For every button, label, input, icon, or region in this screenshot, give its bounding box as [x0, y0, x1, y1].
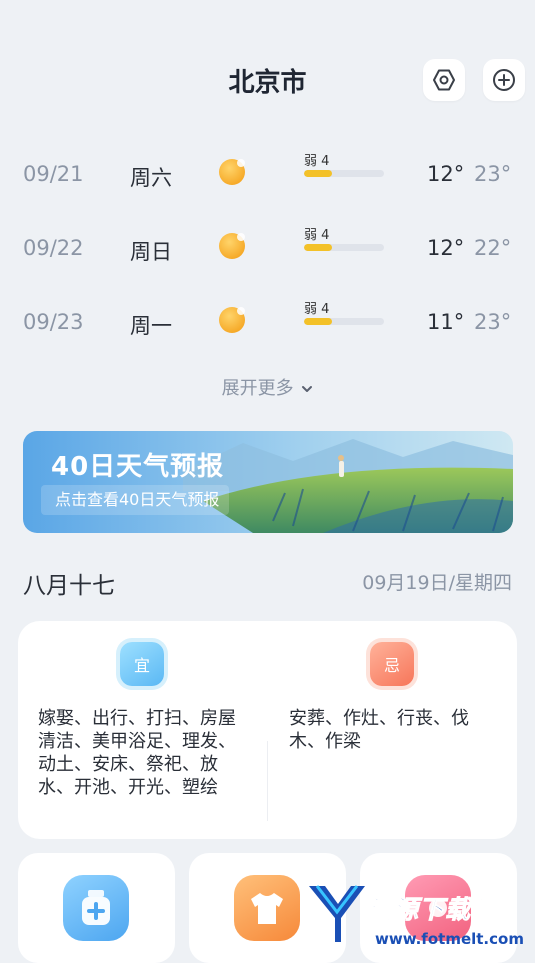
add-icon: [493, 69, 515, 91]
forecast-weekday: 周六: [130, 166, 172, 190]
watermark-logo: [309, 885, 365, 942]
watermark-url: www.fotmelt.com: [375, 930, 524, 948]
bad-tag: 忌: [370, 642, 414, 686]
low-temp: 12°: [427, 236, 465, 260]
expand-more-label: 展开更多: [221, 378, 294, 399]
medicine-bottle-icon: [63, 875, 129, 941]
forecast-row[interactable]: 09/21 周六 弱 4 12° 23°: [0, 150, 535, 200]
bad-activities: 安葬、作灶、行丧、伐木、作梁: [289, 708, 469, 752]
forecast-date: 09/23: [23, 310, 84, 334]
aqi-bar: [304, 244, 384, 251]
watermark-text: 清源下载站: [366, 895, 498, 925]
aqi-bar: [304, 318, 384, 325]
forecast-row[interactable]: 09/22 周日 弱 4 12° 22°: [0, 224, 535, 274]
sunny-icon: [219, 233, 245, 259]
settings-button[interactable]: [423, 59, 465, 101]
divider: [267, 741, 268, 821]
aqi-label: 弱 4: [304, 302, 330, 317]
aqi-label: 弱 4: [304, 154, 330, 169]
high-temp: 23°: [474, 162, 512, 186]
lunar-date: 八月十七: [23, 573, 115, 599]
high-temp: 23°: [474, 310, 512, 334]
almanac-card[interactable]: 宜 忌 嫁娶、出行、打扫、房屋清洁、美甲浴足、理发、动土、安床、祭祀、放水、开池…: [18, 621, 517, 839]
aqi-bar-fill: [304, 170, 332, 177]
chevron-down-icon: [302, 386, 313, 392]
high-temp: 22°: [474, 236, 512, 260]
aqi-label: 弱 4: [304, 228, 330, 243]
forecast-weekday: 周日: [130, 240, 172, 264]
sunny-icon: [219, 307, 245, 333]
low-temp: 11°: [427, 310, 465, 334]
forecast-date: 09/21: [23, 162, 84, 186]
forecast-date: 09/22: [23, 236, 84, 260]
forecast-40day-banner[interactable]: 40日天气预报 点击查看40日天气预报: [23, 431, 513, 533]
forecast-row[interactable]: 09/23 周一 弱 4 11° 23°: [0, 298, 535, 348]
aqi-bar-fill: [304, 244, 332, 251]
forecast-weekday: 周一: [130, 314, 172, 338]
settings-icon: [433, 69, 455, 91]
aqi-bar: [304, 170, 384, 177]
solar-date: 09月19日/星期四: [362, 572, 512, 594]
sunny-icon: [219, 159, 245, 185]
add-city-button[interactable]: [483, 59, 525, 101]
watermark: 清源下载站 www.fotmelt.com: [305, 880, 530, 951]
aqi-bar-fill: [304, 318, 332, 325]
low-temp: 12°: [427, 162, 465, 186]
expand-more-button[interactable]: 展开更多: [0, 374, 535, 400]
shirt-icon: [234, 875, 300, 941]
banner-subtitle: 点击查看40日天气预报: [41, 485, 230, 515]
banner-title: 40日天气预报: [51, 452, 225, 482]
feature-card[interactable]: [18, 853, 175, 963]
good-tag: 宜: [120, 642, 164, 686]
good-activities: 嫁娶、出行、打扫、房屋清洁、美甲浴足、理发、动土、安床、祭祀、放水、开池、开光、…: [38, 708, 236, 798]
header: 北京市: [0, 0, 535, 150]
